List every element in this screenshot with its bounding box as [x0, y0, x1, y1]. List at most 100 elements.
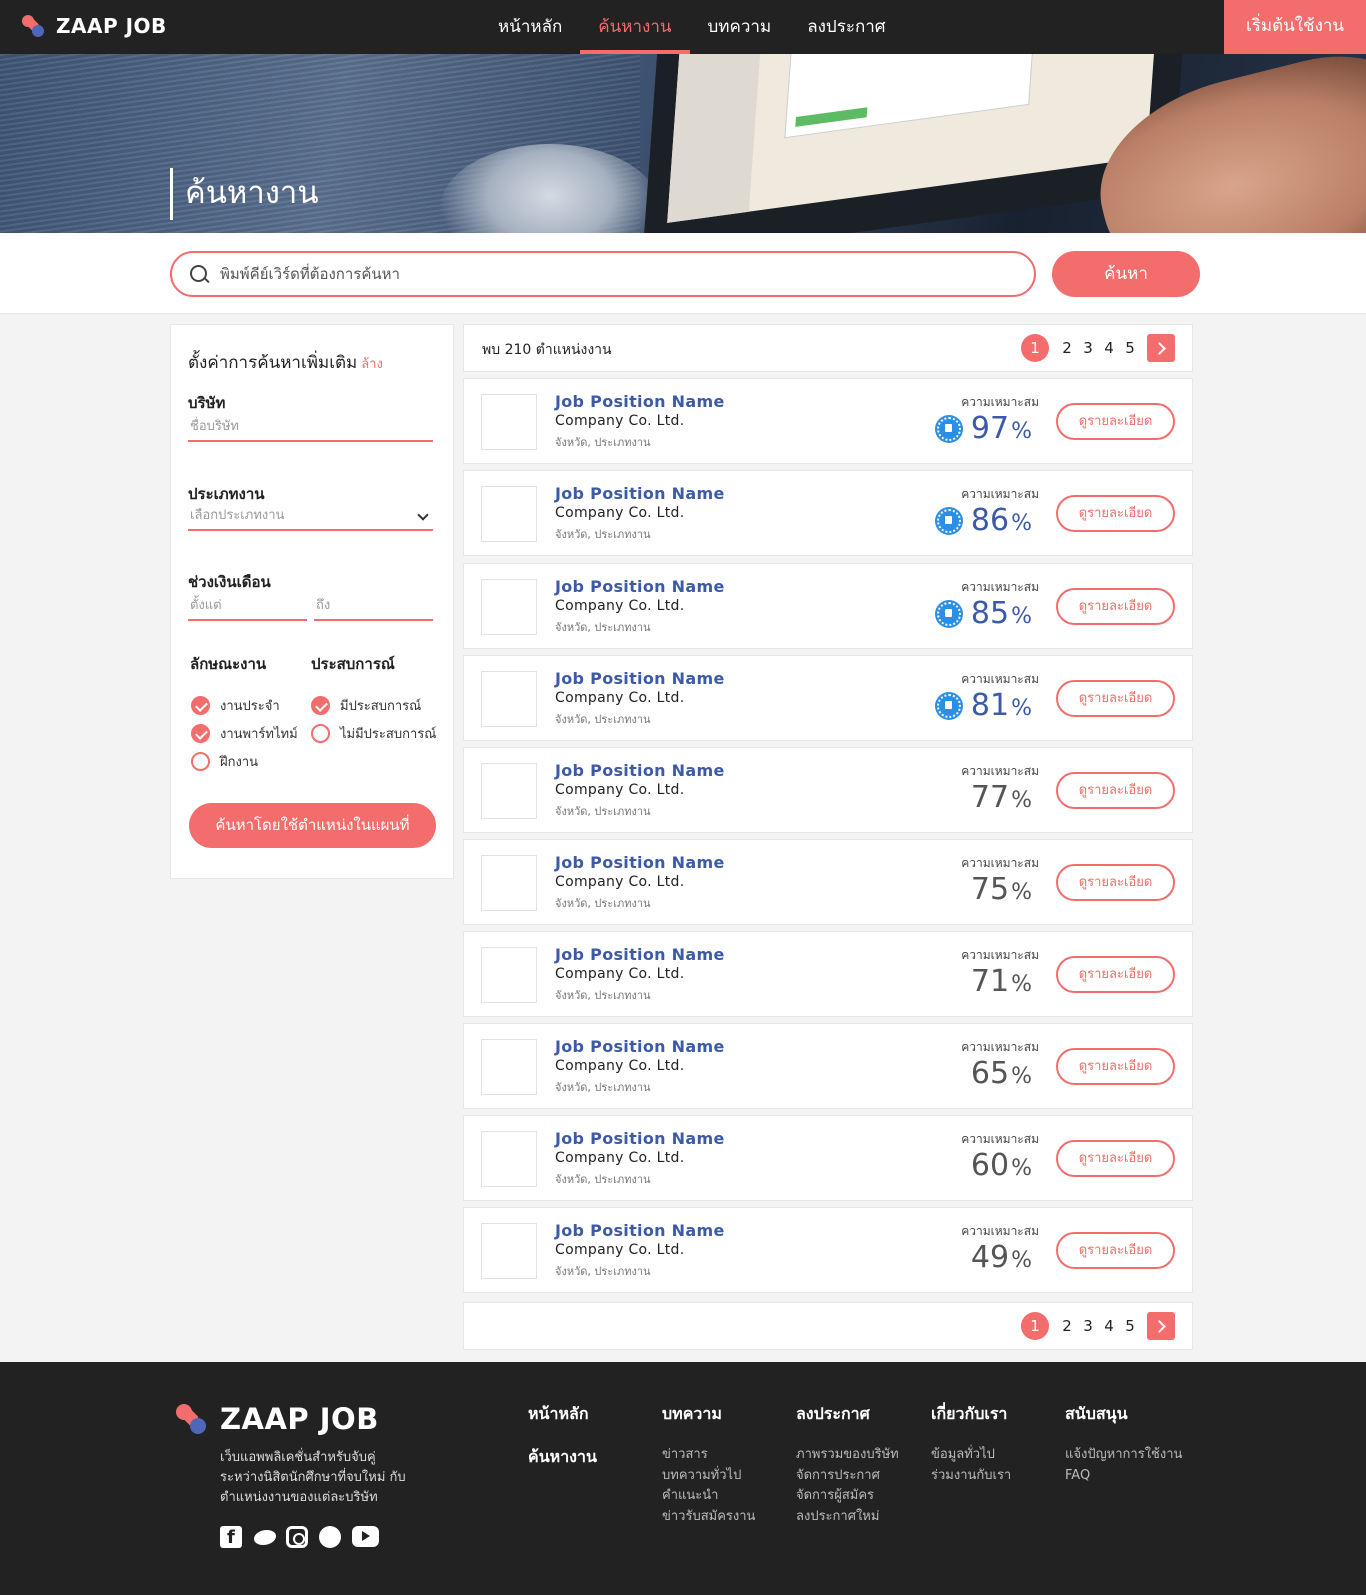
- job-title[interactable]: Job Position Name: [555, 669, 725, 688]
- job-type-select[interactable]: เลือกประเภทงาน: [188, 501, 433, 531]
- view-details-button[interactable]: ดูรายละเอียด: [1056, 956, 1175, 993]
- brand-logo[interactable]: ZAAP JOB: [22, 14, 167, 38]
- line-icon[interactable]: [319, 1526, 341, 1548]
- checkbox-fulltime[interactable]: งานประจำ: [191, 695, 280, 716]
- job-title[interactable]: Job Position Name: [555, 577, 725, 596]
- match-percent-value: 49: [970, 1240, 1010, 1275]
- instagram-icon[interactable]: [286, 1526, 308, 1548]
- view-details-button[interactable]: ดูรายละเอียด: [1056, 1140, 1175, 1177]
- social-links: [220, 1526, 390, 1548]
- match-score: 75%: [971, 872, 1032, 907]
- job-card[interactable]: Job Position Name Company Co. Ltd. จังหวัด…: [463, 747, 1193, 833]
- advanced-filters-panel: ตั้งค่าการค้นหาเพิ่มเติม ล้าง บริษัท ชื่อ…: [170, 324, 454, 879]
- next-page-icon[interactable]: [1147, 334, 1175, 362]
- page-2[interactable]: 2: [1057, 1317, 1077, 1335]
- percent-sign: %: [1011, 972, 1032, 997]
- job-title[interactable]: Job Position Name: [555, 484, 725, 503]
- page-1[interactable]: 1: [1021, 334, 1049, 362]
- job-card[interactable]: Job Position Name Company Co. Ltd. จังหวัด…: [463, 931, 1193, 1017]
- job-type-select-value: เลือกประเภทงาน: [190, 508, 285, 523]
- job-card[interactable]: Job Position Name Company Co. Ltd. จังหวัด…: [463, 470, 1193, 556]
- job-title[interactable]: Job Position Name: [555, 1221, 725, 1240]
- footer-link[interactable]: ข่าวรับสมัครงาน: [662, 1507, 755, 1528]
- search-input[interactable]: [220, 261, 1010, 287]
- checkbox-no-experience[interactable]: ไม่มีประสบการณ์: [311, 723, 436, 744]
- match-percent-value: 77: [970, 780, 1010, 815]
- page-5[interactable]: 5: [1120, 1317, 1140, 1335]
- job-title[interactable]: Job Position Name: [555, 853, 725, 872]
- page-2[interactable]: 2: [1057, 339, 1077, 357]
- job-card[interactable]: Job Position Name Company Co. Ltd. จังหวัด…: [463, 378, 1193, 464]
- job-title[interactable]: Job Position Name: [555, 1129, 725, 1148]
- checkbox-parttime[interactable]: งานพาร์ทไทม์: [191, 723, 298, 744]
- view-details-button[interactable]: ดูรายละเอียด: [1056, 1232, 1175, 1269]
- job-card[interactable]: Job Position Name Company Co. Ltd. จังหวัด…: [463, 1115, 1193, 1201]
- twitter-icon[interactable]: [253, 1526, 276, 1548]
- nav-job-search[interactable]: ค้นหางาน: [580, 0, 690, 54]
- job-card[interactable]: Job Position Name Company Co. Ltd. จังหวัด…: [463, 1207, 1193, 1293]
- nav-articles[interactable]: บทความ: [690, 0, 790, 54]
- footer-link[interactable]: ลงประกาศใหม่: [796, 1507, 899, 1528]
- pagination-bottom: 1 2 3 4 5: [1021, 1312, 1175, 1340]
- footer-link[interactable]: บทความทั่วไป: [662, 1466, 755, 1487]
- footer-link[interactable]: จัดการประกาศ: [796, 1466, 899, 1487]
- view-details-button[interactable]: ดูรายละเอียด: [1056, 588, 1175, 625]
- footer-link[interactable]: ร่วมงานกับเรา: [931, 1466, 1011, 1487]
- view-details-button[interactable]: ดูรายละเอียด: [1056, 864, 1175, 901]
- checkbox-internship[interactable]: ฝึกงาน: [191, 751, 258, 772]
- percent-sign: %: [1011, 604, 1032, 629]
- footer-link[interactable]: ข้อมูลทั่วไป: [931, 1445, 1011, 1466]
- job-card[interactable]: Job Position Name Company Co. Ltd. จังหวัด…: [463, 1023, 1193, 1109]
- job-title[interactable]: Job Position Name: [555, 392, 725, 411]
- nav-home[interactable]: หน้าหลัก: [480, 0, 580, 54]
- clear-filters-link[interactable]: ล้าง: [361, 357, 383, 372]
- job-card[interactable]: Job Position Name Company Co. Ltd. จังหวัด…: [463, 655, 1193, 741]
- page-5[interactable]: 5: [1120, 339, 1140, 357]
- footer-link-home[interactable]: หน้าหลัก: [528, 1402, 597, 1427]
- footer-link-job-search[interactable]: ค้นหางาน: [528, 1445, 597, 1470]
- footer-link[interactable]: แจ้งปัญหาการใช้งาน: [1065, 1445, 1182, 1466]
- nav-post-job[interactable]: ลงประกาศ: [789, 0, 903, 54]
- footer-link[interactable]: FAQ: [1065, 1466, 1182, 1487]
- search-by-map-button[interactable]: ค้นหาโดยใช้ตำแหน่งในแผนที่: [189, 803, 436, 848]
- youtube-icon[interactable]: [352, 1526, 379, 1547]
- company-name: Company Co. Ltd.: [555, 1242, 685, 1258]
- page-3[interactable]: 3: [1078, 1317, 1098, 1335]
- view-details-button[interactable]: ดูรายละเอียด: [1056, 1048, 1175, 1085]
- footer-logo[interactable]: ZAAP JOB: [176, 1402, 379, 1436]
- match-percent-value: 86: [970, 503, 1010, 538]
- salary-to-field[interactable]: ถึง: [314, 591, 433, 621]
- brand-name: ZAAP JOB: [56, 14, 167, 38]
- job-title[interactable]: Job Position Name: [555, 761, 725, 780]
- next-page-icon[interactable]: [1147, 1312, 1175, 1340]
- logo-mark-icon: [22, 15, 46, 37]
- footer-link[interactable]: ข่าวสาร: [662, 1445, 755, 1466]
- percent-sign: %: [1011, 419, 1032, 444]
- match-percent-value: 97: [970, 411, 1010, 446]
- salary-from-field[interactable]: ตั้งแต่: [188, 591, 307, 621]
- job-title[interactable]: Job Position Name: [555, 945, 725, 964]
- job-title[interactable]: Job Position Name: [555, 1037, 725, 1056]
- view-details-button[interactable]: ดูรายละเอียด: [1056, 403, 1175, 440]
- view-details-button[interactable]: ดูรายละเอียด: [1056, 772, 1175, 809]
- page-4[interactable]: 4: [1099, 1317, 1119, 1335]
- view-details-button[interactable]: ดูรายละเอียด: [1056, 680, 1175, 717]
- page-1[interactable]: 1: [1021, 1312, 1049, 1340]
- facebook-icon[interactable]: [220, 1526, 242, 1548]
- footer-col: สนับสนุน แจ้งปัญหาการใช้งาน FAQ: [1065, 1402, 1182, 1486]
- footer-col: บทความ ข่าวสาร บทความทั่วไป คำแนะนำ ข่าวรับส…: [662, 1402, 755, 1527]
- page-3[interactable]: 3: [1078, 339, 1098, 357]
- view-details-button[interactable]: ดูรายละเอียด: [1056, 495, 1175, 532]
- checkbox-experienced[interactable]: มีประสบการณ์: [311, 695, 421, 716]
- footer-link[interactable]: ภาพรวมของบริษัท: [796, 1445, 899, 1466]
- get-started-button[interactable]: เริ่มต้นใช้งาน: [1224, 0, 1366, 54]
- match-label: ความเหมาะสม: [961, 580, 1039, 594]
- job-location: จังหวัด, ประเภทงาน: [555, 621, 651, 634]
- page-4[interactable]: 4: [1099, 339, 1119, 357]
- search-button[interactable]: ค้นหา: [1052, 251, 1200, 297]
- job-card[interactable]: Job Position Name Company Co. Ltd. จังหวัด…: [463, 563, 1193, 649]
- footer-link[interactable]: คำแนะนำ: [662, 1486, 755, 1507]
- company-field[interactable]: ชื่อบริษัท: [188, 412, 433, 442]
- footer-link[interactable]: จัดการผู้สมัคร: [796, 1486, 899, 1507]
- job-card[interactable]: Job Position Name Company Co. Ltd. จังหวัด…: [463, 839, 1193, 925]
